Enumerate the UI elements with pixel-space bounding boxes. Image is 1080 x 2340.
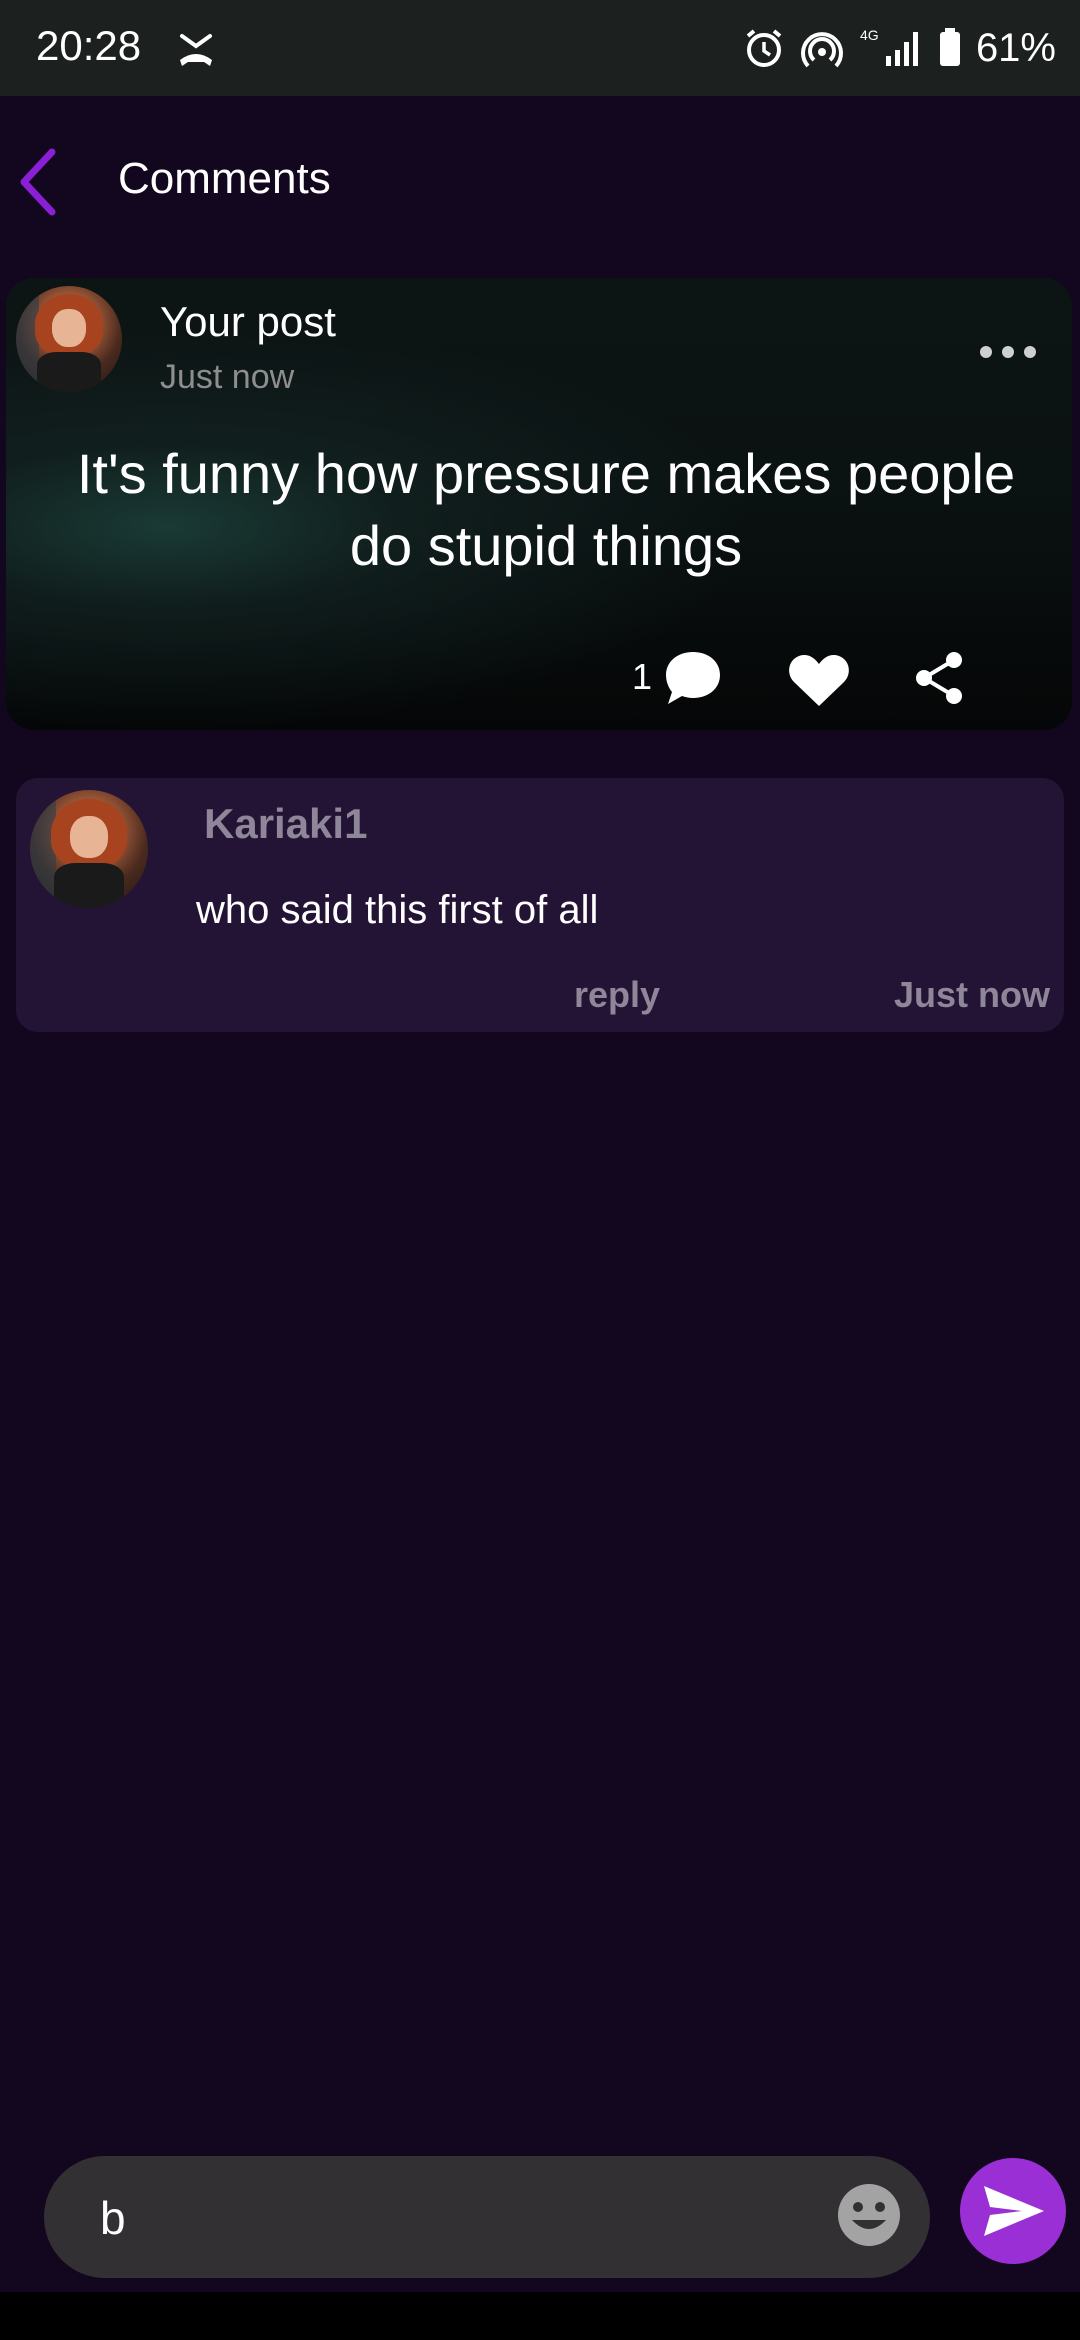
app-bar: Comments xyxy=(0,96,1080,268)
comment-count: 1 xyxy=(632,656,653,697)
network-type-label: 4G xyxy=(860,27,879,43)
post-author-avatar[interactable] xyxy=(16,286,122,392)
status-time: 20:28 xyxy=(36,22,142,69)
status-icons: 4G 61% xyxy=(742,20,1056,76)
comment-bubble-icon[interactable] xyxy=(662,648,724,708)
battery-icon xyxy=(939,28,960,66)
post-card: Your post Just now It's funny how pressu… xyxy=(6,278,1072,730)
signal-icon: 4G xyxy=(860,27,918,66)
send-icon xyxy=(984,2186,1044,2236)
comment-composer xyxy=(44,2156,930,2278)
alarm-icon xyxy=(746,29,782,67)
send-button[interactable] xyxy=(960,2158,1066,2264)
battery-percent: 61% xyxy=(975,25,1056,70)
comment-input[interactable] xyxy=(98,2184,822,2252)
comment-author-avatar[interactable] xyxy=(30,790,148,908)
call-icon xyxy=(180,34,212,66)
status-bar: 20:28 4G 61% xyxy=(0,0,1080,96)
reply-button[interactable]: reply xyxy=(574,974,660,1016)
comment-text: who said this first of all xyxy=(196,888,599,932)
heart-icon[interactable] xyxy=(786,650,852,710)
system-nav-bar xyxy=(0,2292,1080,2340)
hotspot-icon xyxy=(800,32,843,68)
post-text: It's funny how pressure makes people do … xyxy=(76,442,1016,577)
comment-card: Kariaki1 who said this first of all repl… xyxy=(16,778,1064,1032)
page-title: Comments xyxy=(118,154,331,203)
share-icon[interactable] xyxy=(912,650,966,706)
comment-timestamp: Just now xyxy=(893,974,1050,1015)
post-timestamp: Just now xyxy=(160,358,295,396)
emoji-icon[interactable] xyxy=(836,2182,902,2248)
post-actions: 1 xyxy=(6,638,1072,718)
comment-username[interactable]: Kariaki1 xyxy=(204,800,367,848)
post-author: Your post xyxy=(160,298,336,345)
more-horizontal-icon[interactable] xyxy=(978,340,1038,364)
back-arrow-icon[interactable] xyxy=(8,142,68,222)
